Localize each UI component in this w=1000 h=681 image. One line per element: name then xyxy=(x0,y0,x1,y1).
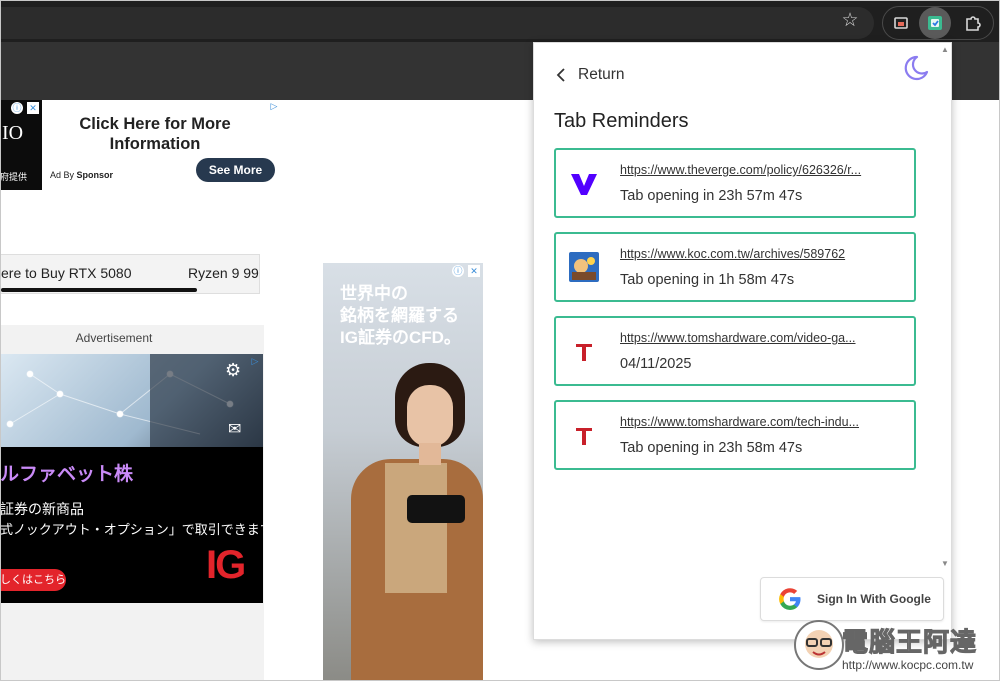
watermark: 電腦王阿達 http://www.kocpc.com.tw xyxy=(794,618,994,678)
ad-ig-copy-line2: 銘柄を網羅する xyxy=(340,306,459,325)
google-button-label: Sign In With Google xyxy=(817,592,931,606)
model-neck xyxy=(419,443,441,465)
ad-block-left: Advertisement ⚙ ✉ ▷ ルファベット株 証券の新商品 式ノックア… xyxy=(0,325,284,681)
ad-image-network[interactable]: ⚙ ✉ ▷ xyxy=(0,354,263,447)
reminder-url[interactable]: https://www.tomshardware.com/tech-indu..… xyxy=(620,415,884,429)
ad-brand-sub: 府提供 xyxy=(0,172,28,182)
model-face xyxy=(407,385,453,447)
reminder-status: 04/11/2025 xyxy=(620,356,692,372)
ad-ig-headline: ルファベット株 xyxy=(0,464,134,485)
see-more-button[interactable]: See More xyxy=(196,158,275,182)
scroll-down-arrow[interactable]: ▼ xyxy=(940,559,950,569)
reminder-card[interactable]: https://www.koc.com.tw/archives/589762 T… xyxy=(554,232,916,302)
ad-brand-text: IO xyxy=(2,122,24,144)
svg-text:✉: ✉ xyxy=(228,421,241,438)
ad-ig-copy-line1: 世界中の xyxy=(340,284,408,303)
ad-sponsor: Sponsor xyxy=(76,170,114,180)
puzzle-extensions-icon[interactable] xyxy=(959,10,985,36)
browser-toolbar: ☆ xyxy=(0,0,1000,42)
reminder-url[interactable]: https://www.tomshardware.com/video-ga... xyxy=(620,331,884,345)
article-link-strip: ere to Buy RTX 5080 Ryzen 9 99 xyxy=(0,254,260,294)
scroll-up-arrow[interactable]: ▲ xyxy=(940,45,950,55)
reminder-url[interactable]: https://www.theverge.com/policy/626326/r… xyxy=(620,163,884,177)
ad-ig-line3: 式ノックアウト・オプション」で取引できます。 xyxy=(0,522,285,537)
chevron-left-icon xyxy=(556,68,565,82)
reminder-status: Tab opening in 23h 57m 47s xyxy=(620,188,803,204)
ad-banner-top[interactable]: IO 府提供 ⓘ ✕ ▷ Click Here for More Informa… xyxy=(0,100,282,190)
watermark-url: http://www.kocpc.com.tw xyxy=(842,658,974,672)
model-top xyxy=(385,463,447,593)
info-icon[interactable]: ⓘ xyxy=(452,265,464,277)
close-icon[interactable]: ✕ xyxy=(27,102,39,114)
address-bar[interactable] xyxy=(0,7,874,39)
toms-hardware-icon xyxy=(576,428,592,445)
network-graphic: ⚙ ✉ xyxy=(6,354,263,447)
reminder-card[interactable]: https://www.tomshardware.com/video-ga...… xyxy=(554,316,916,386)
adchoices-icon[interactable]: ▷ xyxy=(268,100,280,112)
ad-ig-panel[interactable]: ルファベット株 証券の新商品 式ノックアウト・オプション」で取引できます。 しく… xyxy=(0,447,284,603)
return-label: Return xyxy=(578,66,625,83)
reminder-card[interactable]: https://www.tomshardware.com/tech-indu..… xyxy=(554,400,916,470)
moon-icon[interactable] xyxy=(900,53,930,83)
strip-link-ryzen[interactable]: Ryzen 9 99 xyxy=(188,265,259,281)
adchoices-icon[interactable]: ▷ xyxy=(249,355,261,367)
koc-site-icon xyxy=(569,252,599,282)
svg-text:⚙: ⚙ xyxy=(225,360,241,380)
ad-ig-vertical[interactable]: ⓘ ✕ 世界中の 銘柄を網羅する IG証券のCFD。 xyxy=(323,263,483,681)
reminder-url[interactable]: https://www.koc.com.tw/archives/589762 xyxy=(620,247,884,261)
reminder-status: Tab opening in 1h 58m 47s xyxy=(620,272,795,288)
ad-ig-copy: 世界中の 銘柄を網羅する IG証券のCFD。 xyxy=(340,283,461,349)
strip-link-rtx[interactable]: ere to Buy RTX 5080 xyxy=(1,265,131,281)
mascot-icon xyxy=(794,620,844,670)
star-icon[interactable]: ☆ xyxy=(838,9,862,33)
advertisement-label: Advertisement xyxy=(75,331,153,345)
ad-cta-text: Click Here for More Information xyxy=(79,115,231,153)
popup-title: Tab Reminders xyxy=(554,110,689,132)
ad-by-line: Ad By Sponsor xyxy=(50,170,113,180)
watermark-brand: 電腦王阿達 xyxy=(841,627,978,658)
reminder-status: Tab opening in 23h 58m 47s xyxy=(620,440,803,456)
tab-reminder-extension-icon[interactable] xyxy=(922,10,948,36)
toms-hardware-icon xyxy=(576,344,592,361)
ad-ig-copy-line3: IG証券のCFD。 xyxy=(340,328,461,347)
google-logo-icon xyxy=(779,588,801,610)
media-control-icon[interactable] xyxy=(888,10,914,36)
ad-ig-details-button[interactable]: しくはこちら xyxy=(0,569,66,591)
ad-ig-line2: 証券の新商品 xyxy=(0,501,84,517)
ig-logo: IG xyxy=(206,543,246,587)
close-icon[interactable]: ✕ xyxy=(468,265,480,277)
info-icon[interactable]: ⓘ xyxy=(11,102,23,114)
scroll-progress-bar xyxy=(1,288,197,292)
phone-image xyxy=(407,495,465,523)
sign-in-with-google-button[interactable]: Sign In With Google xyxy=(760,577,944,621)
ad-by-label: Ad By xyxy=(50,170,75,180)
return-button[interactable]: Return xyxy=(552,65,625,85)
the-verge-icon xyxy=(571,174,597,195)
reminder-card[interactable]: https://www.theverge.com/policy/626326/r… xyxy=(554,148,916,218)
tab-reminders-popup: ▲ Return Tab Reminders https://www.theve… xyxy=(533,42,952,640)
